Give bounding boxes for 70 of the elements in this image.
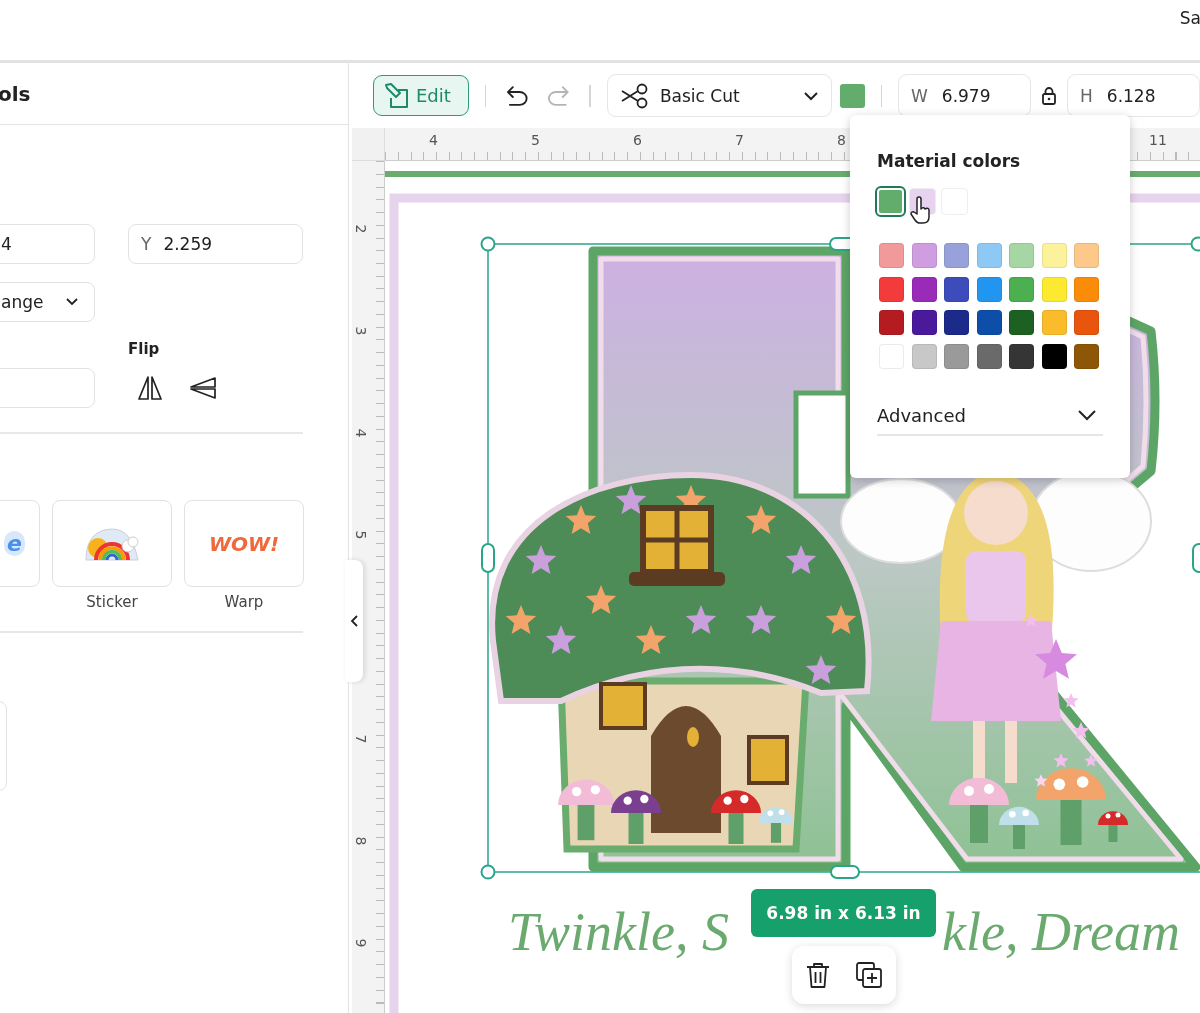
flip-vertical-icon[interactable] xyxy=(189,376,217,400)
color-swatch[interactable] xyxy=(976,243,1002,268)
ruler-label: 3 xyxy=(353,326,370,336)
color-swatch[interactable] xyxy=(944,310,969,335)
ruler-label: 5 xyxy=(531,132,540,148)
color-swatch[interactable] xyxy=(976,343,1002,369)
size-badge: 6.98 in x 6.13 in xyxy=(751,889,936,937)
color-swatch[interactable] xyxy=(839,83,865,108)
color-swatch[interactable] xyxy=(911,243,937,268)
color-swatch[interactable] xyxy=(1009,276,1034,302)
chevron-down-icon xyxy=(1077,409,1097,421)
color-swatch[interactable] xyxy=(879,243,904,268)
color-swatch[interactable] xyxy=(911,276,937,302)
color-swatch[interactable] xyxy=(1041,276,1067,302)
color-swatch[interactable] xyxy=(976,276,1002,302)
operation-dropdown[interactable]: Basic Cut xyxy=(606,74,832,117)
flip-label: Flip xyxy=(128,340,161,358)
arrange-dropdown[interactable]: ange xyxy=(0,282,95,322)
color-swatch[interactable] xyxy=(976,310,1002,335)
trash-icon[interactable] xyxy=(805,961,831,989)
color-swatch[interactable] xyxy=(1041,343,1067,369)
bubble-text-art: e xyxy=(4,531,25,556)
color-swatch[interactable] xyxy=(1009,343,1034,369)
ruler-label: 8 xyxy=(353,836,370,846)
chevron-down-icon xyxy=(65,297,80,307)
ruler-label: 9 xyxy=(353,938,370,948)
lock-icon[interactable] xyxy=(1041,85,1057,106)
edit-button[interactable]: Edit xyxy=(373,75,469,116)
color-swatch[interactable] xyxy=(1009,243,1034,268)
color-swatch[interactable] xyxy=(1074,310,1099,335)
chevron-down-icon xyxy=(802,90,819,101)
color-swatch[interactable] xyxy=(1074,343,1099,369)
warp-text-art: WOW! xyxy=(208,531,280,556)
flip-horizontal-icon[interactable] xyxy=(137,375,163,401)
rainbow-sticker-icon xyxy=(82,525,142,562)
color-swatch[interactable] xyxy=(879,310,904,335)
ruler-label: 4 xyxy=(429,132,438,148)
pointer-cursor-icon xyxy=(910,196,932,226)
color-swatch[interactable] xyxy=(1009,310,1034,335)
ruler-label: 7 xyxy=(353,734,370,744)
position-y-field[interactable]: Y 2.259 xyxy=(128,224,303,264)
tile-label: Sticker xyxy=(86,593,138,611)
account-text[interactable]: Sa xyxy=(1179,8,1200,28)
position-x-field[interactable]: 4 xyxy=(0,224,95,264)
color-swatch[interactable] xyxy=(944,343,969,369)
popup-title: Material colors xyxy=(877,151,1022,171)
style-tile[interactable] xyxy=(52,500,172,587)
color-swatch[interactable] xyxy=(1041,243,1067,268)
mushroom-house-drawing[interactable] xyxy=(489,472,872,853)
ruler-label: 6 xyxy=(633,132,642,148)
color-swatch[interactable] xyxy=(944,243,969,268)
color-swatch[interactable] xyxy=(1074,276,1099,302)
color-swatch[interactable] xyxy=(1074,243,1099,268)
color-swatch[interactable] xyxy=(944,276,969,302)
ruler-label: 7 xyxy=(735,132,744,148)
scissors-icon xyxy=(619,82,650,109)
tile-label: Warp xyxy=(224,593,264,611)
collapse-handle[interactable] xyxy=(345,560,363,682)
ruler-label: 2 xyxy=(353,224,370,234)
ruler-label: 4 xyxy=(353,428,370,438)
ruler-label: 8 xyxy=(837,132,846,148)
color-swatch[interactable] xyxy=(1041,310,1067,335)
color-swatch[interactable] xyxy=(911,310,937,335)
color-swatch[interactable] xyxy=(879,276,904,302)
duplicate-icon[interactable] xyxy=(855,961,883,989)
color-swatch[interactable] xyxy=(911,343,937,369)
ruler-label: 11 xyxy=(1149,132,1167,148)
ruler-label: 5 xyxy=(353,530,370,540)
advanced-toggle[interactable]: Advanced xyxy=(877,404,1103,436)
chevron-left-icon xyxy=(349,614,359,628)
